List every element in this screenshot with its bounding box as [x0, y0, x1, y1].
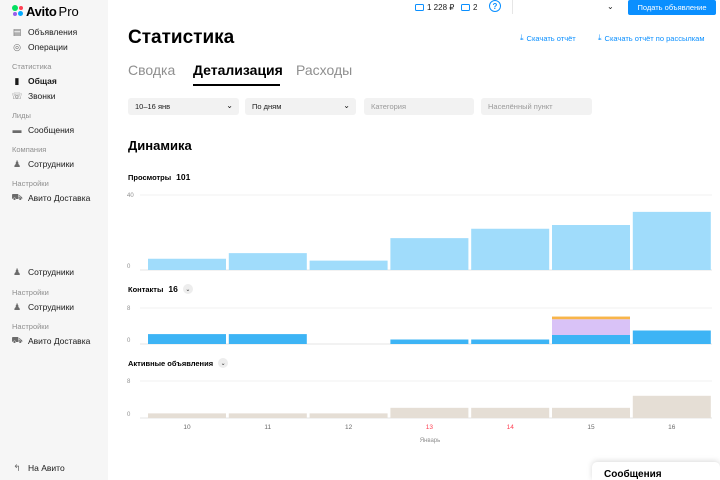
chart-bar: [228, 334, 307, 344]
chart-bar: [552, 225, 630, 270]
x-tick-label: 11: [264, 424, 271, 431]
x-tick-label: 15: [587, 424, 595, 431]
chart-bar: [471, 407, 550, 418]
x-tick-label: 13: [426, 424, 434, 431]
chart-bar: [390, 407, 469, 418]
x-tick-label: 16: [668, 424, 676, 431]
chart-bar: [390, 238, 469, 270]
x-tick-label: 14: [507, 424, 515, 431]
y-tick-label: 0: [127, 264, 131, 270]
chart-bar: [309, 413, 388, 418]
chart-bar: [390, 339, 469, 344]
chart-bar: [632, 211, 711, 270]
chart-bar: [228, 253, 307, 270]
chart-bar: [228, 413, 307, 418]
chart-bar: [552, 316, 630, 320]
chart-bar: [309, 260, 388, 270]
y-tick-label: 8: [127, 306, 131, 312]
y-tick-label: 40: [127, 193, 134, 199]
x-axis-label: Январь: [420, 438, 441, 444]
messages-panel[interactable]: Сообщения: [592, 462, 720, 480]
chart-bar: [148, 334, 226, 344]
x-tick-label: 10: [183, 424, 191, 431]
chart-bar: [148, 258, 226, 270]
y-tick-label: 8: [127, 379, 131, 385]
chart-bar: [471, 339, 550, 344]
chart-bar: [471, 228, 550, 270]
chart-bar: [552, 407, 630, 418]
chart-bar: [148, 413, 226, 418]
chart-bar: [632, 395, 711, 418]
chart-bar: [632, 330, 711, 344]
y-tick-label: 0: [127, 412, 131, 418]
x-tick-label: 12: [345, 424, 353, 431]
charts-canvas: 40 0 8 0 8 0 10 11 12 13 14 15 16 Январь: [127, 193, 712, 444]
chart-bar: [552, 319, 630, 335]
y-tick-label: 0: [127, 338, 131, 344]
chart-bar: [552, 335, 630, 344]
